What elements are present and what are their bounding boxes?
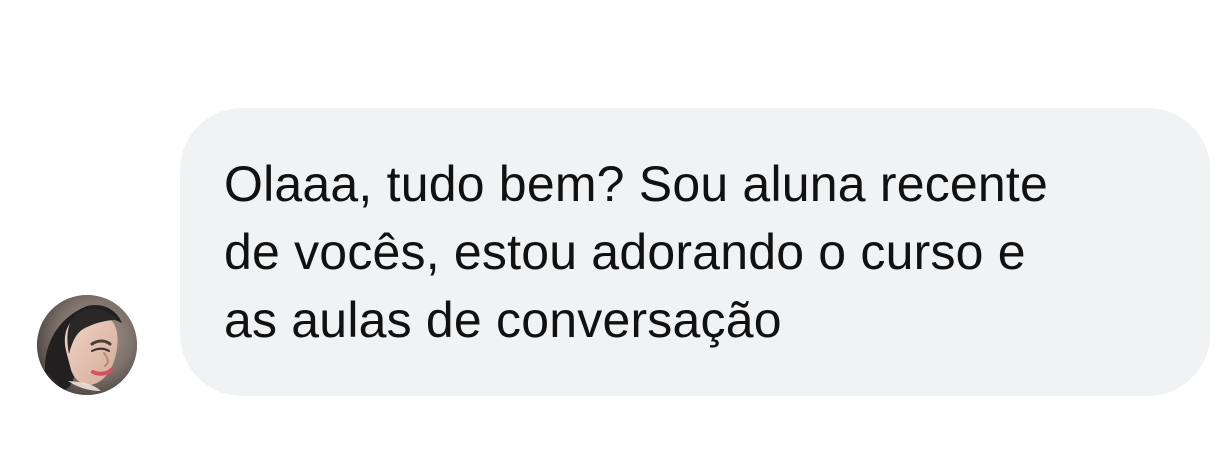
- message-line-2: de vocês, estou adorando o curso e: [224, 224, 1026, 280]
- received-message-bubble[interactable]: Olaaa, tudo bem? Sou aluna recente de vo…: [180, 108, 1210, 396]
- profile-photo-icon: [37, 295, 137, 395]
- message-text: Olaaa, tudo bem? Sou aluna recente de vo…: [224, 150, 1170, 354]
- message-line-1: Olaaa, tudo bem? Sou aluna recente: [224, 156, 1049, 212]
- sender-avatar[interactable]: [37, 295, 137, 395]
- message-line-3: as aulas de conversação: [224, 292, 782, 348]
- chat-thread: Olaaa, tudo bem? Sou aluna recente de vo…: [0, 0, 1227, 475]
